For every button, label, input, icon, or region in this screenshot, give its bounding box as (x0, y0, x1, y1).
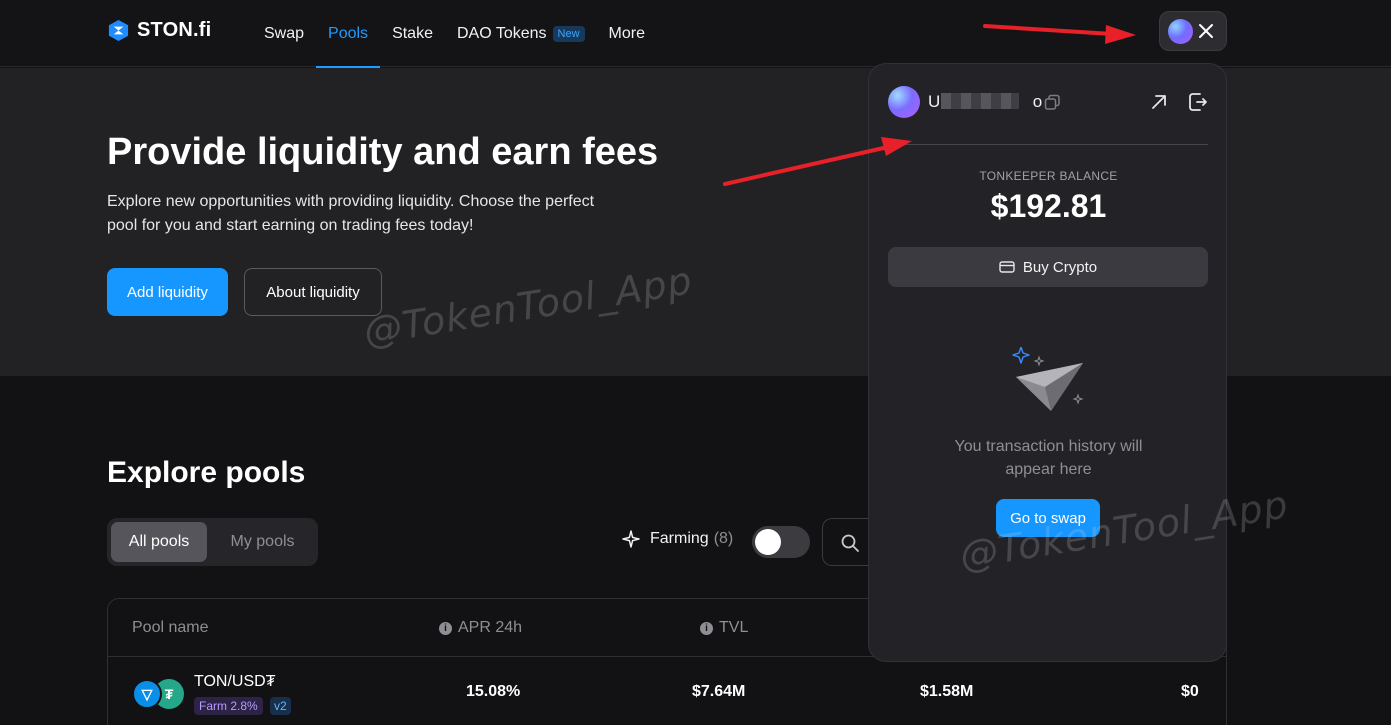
hero-title: Provide liquidity and earn fees (107, 131, 659, 173)
wallet-menu-button[interactable] (1159, 11, 1227, 51)
pool-fees: $0 (1181, 683, 1199, 700)
ston-logo-icon (108, 19, 129, 42)
buy-crypto-button[interactable]: Buy Crypto (888, 247, 1208, 287)
nav-swap-label: Swap (264, 24, 305, 42)
nav-pools[interactable]: Pools (316, 0, 381, 68)
empty-history-message: You transaction history will appear here (869, 435, 1228, 481)
add-liquidity-button[interactable]: Add liquidity (107, 268, 228, 316)
pool-volume: $1.58M (920, 683, 974, 700)
pool-pair-name: TON/USD₮ (194, 673, 276, 690)
wallet-avatar-icon (888, 86, 920, 118)
toggle-knob (755, 529, 781, 555)
logout-icon[interactable] (1187, 91, 1209, 113)
balance-value: $192.81 (990, 188, 1107, 224)
farming-label: Farming (650, 530, 709, 547)
top-navigation-bar: STON.fi Swap Pools Stake DAO Tokens New … (0, 0, 1391, 68)
header-tvl[interactable]: i TVL (700, 619, 748, 637)
farming-count: (8) (713, 530, 734, 547)
version-tag: v2 (270, 697, 291, 715)
pair-icons: ▽ ₮ (132, 679, 184, 711)
nav-stake-label: Stake (392, 24, 433, 42)
buy-crypto-label: Buy Crypto (1022, 258, 1098, 276)
hero-description: Explore new opportunities with providing… (107, 193, 595, 234)
header-apr[interactable]: i APR 24h (439, 619, 522, 637)
brand-name: STON.fi (137, 19, 212, 41)
header-pool-name-label: Pool name (132, 619, 209, 636)
wallet-address-start: U (928, 92, 941, 111)
search-icon (841, 534, 859, 552)
paper-plane-icon (1012, 347, 1084, 411)
new-badge: New (552, 25, 585, 42)
wallet-address-end: o (1032, 92, 1043, 111)
ton-coin-icon: ▽ (132, 679, 162, 709)
nav-more-label: More (608, 24, 645, 42)
nav-dao-tokens-label: DAO Tokens (456, 24, 547, 42)
header-apr-label: APR 24h (458, 619, 523, 636)
empty-history-line1: You transaction history will (954, 438, 1143, 455)
nav-pools-label: Pools (328, 24, 369, 42)
empty-history-line2: appear here (1005, 461, 1092, 478)
nav-more[interactable]: More (597, 0, 657, 67)
panel-divider (888, 144, 1208, 145)
nav-swap[interactable]: Swap (252, 0, 316, 67)
sparkle-icon (622, 530, 640, 548)
header-pool-name[interactable]: Pool name (132, 619, 209, 637)
close-icon (1199, 24, 1213, 38)
table-row[interactable]: ▽ ₮ TON/USD₮ Farm 2.8% v2 15.08% $7.64M … (108, 657, 1226, 725)
pool-tvl: $7.64M (692, 683, 746, 700)
farming-filter: Farming (8) (622, 530, 733, 548)
wallet-avatar-icon (1168, 18, 1193, 44)
external-link-icon[interactable] (1149, 92, 1169, 112)
copy-icon[interactable] (1044, 94, 1061, 111)
info-icon: i (700, 621, 713, 635)
farming-toggle[interactable] (752, 526, 810, 558)
info-icon: i (439, 621, 452, 635)
pool-apr: 15.08% (466, 683, 521, 700)
header-tvl-label: TVL (719, 619, 749, 636)
card-icon (999, 261, 1015, 273)
tab-my-pools[interactable]: My pools (211, 522, 314, 562)
brand-logo[interactable]: STON.fi (107, 19, 211, 42)
main-nav: Swap Pools Stake DAO Tokens New More (252, 0, 657, 68)
pool-filter-tabs: All pools My pools (107, 518, 318, 566)
wallet-dropdown-panel: Uo TONKEEPER BALANCE $192.81 Buy Crypto … (868, 63, 1227, 662)
tab-all-pools[interactable]: All pools (111, 522, 208, 562)
balance-label: TONKEEPER BALANCE (979, 169, 1118, 183)
go-to-swap-button[interactable]: Go to swap (996, 499, 1100, 537)
nav-dao-tokens[interactable]: DAO Tokens New (445, 0, 597, 67)
address-redaction (941, 93, 1019, 109)
nav-stake[interactable]: Stake (380, 0, 445, 67)
explore-pools-title: Explore pools (107, 456, 306, 489)
farm-tag: Farm 2.8% (194, 697, 263, 715)
about-liquidity-button[interactable]: About liquidity (244, 268, 382, 316)
